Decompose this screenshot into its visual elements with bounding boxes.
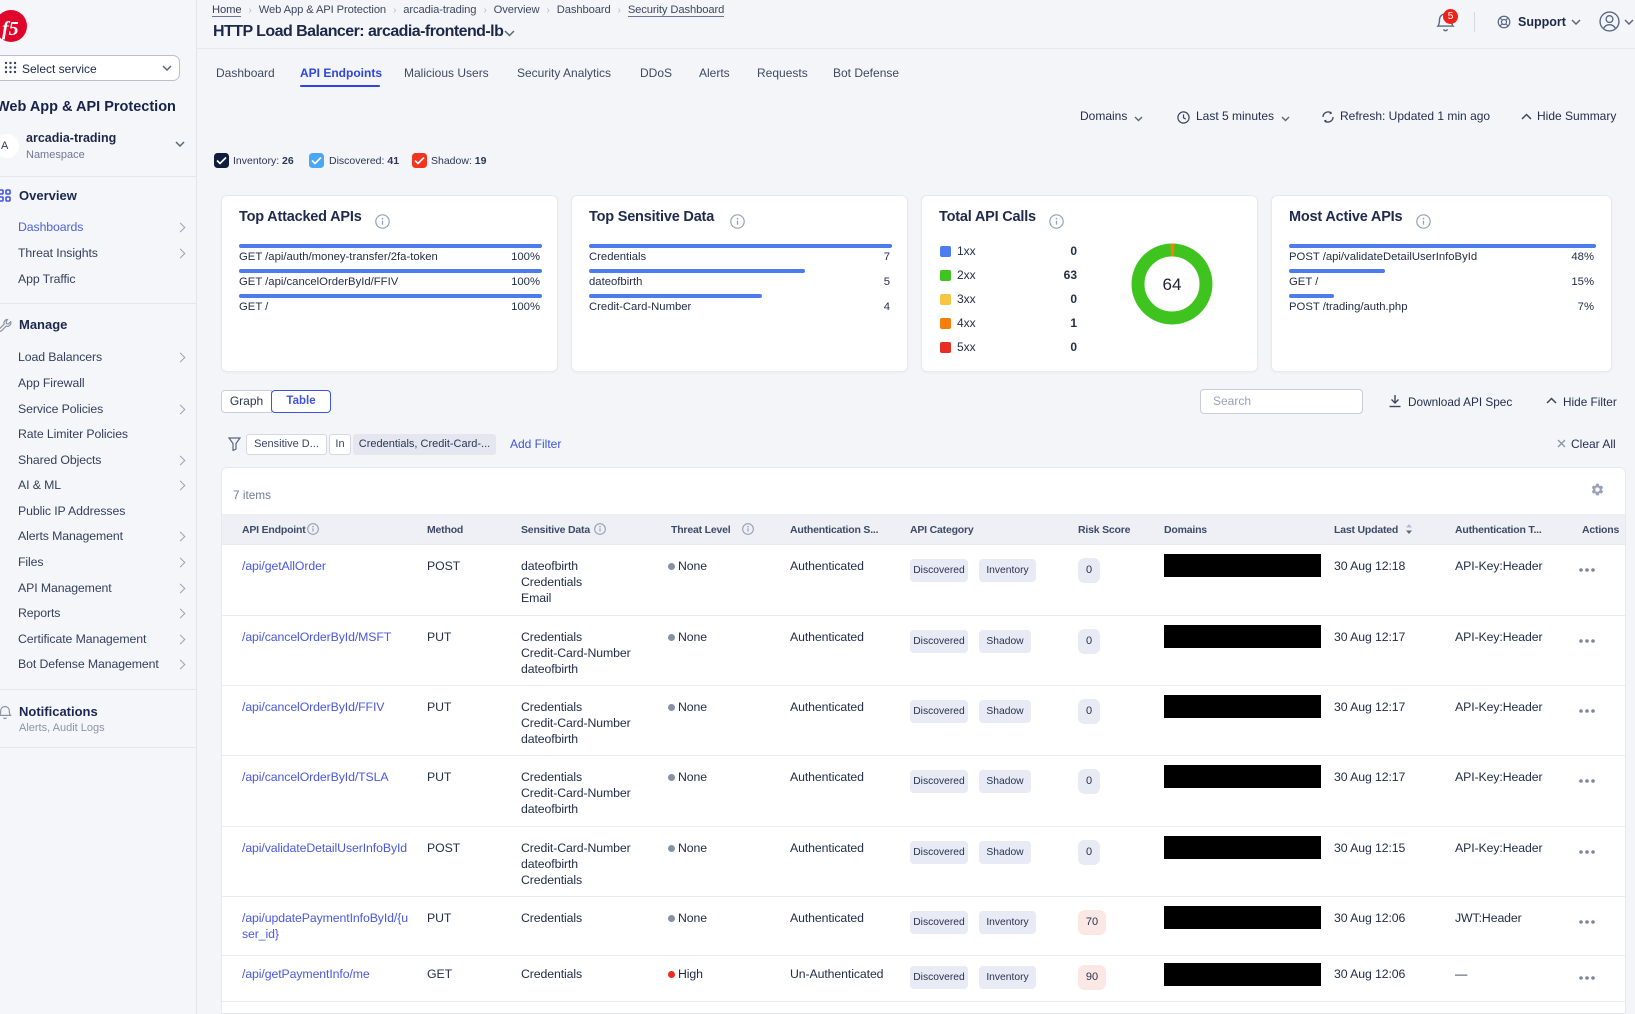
svg-text:64: 64: [1163, 275, 1182, 294]
svg-text:f5: f5: [2, 18, 19, 40]
